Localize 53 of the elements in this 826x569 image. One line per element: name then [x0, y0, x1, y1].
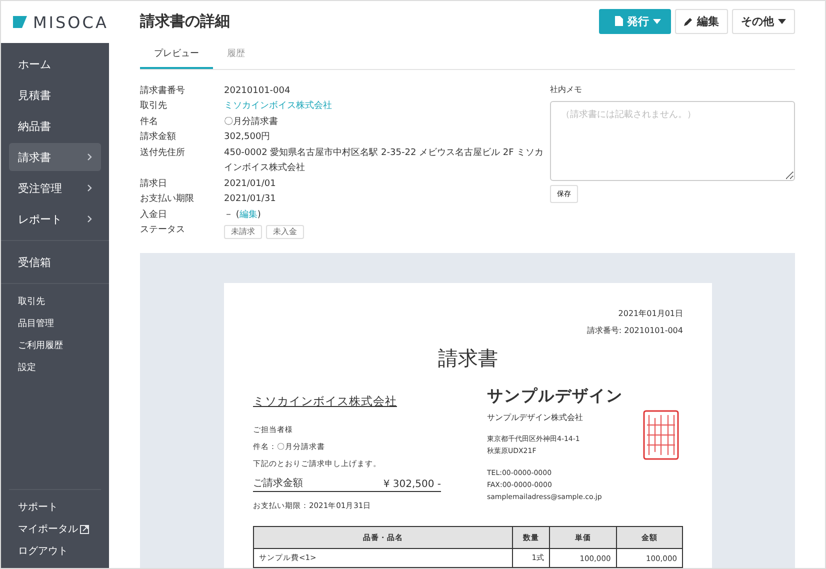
field-label: 請求書番号	[140, 84, 186, 98]
field-value: 2021/01/01	[224, 178, 277, 190]
nav-item[interactable]: レポート	[9, 205, 101, 233]
nav-item[interactable]: 請求書	[9, 143, 101, 171]
field-value: 〇月分請求書	[224, 116, 279, 128]
field-value: 302,500円	[224, 131, 272, 144]
nav-item[interactable]: 取引先	[9, 290, 101, 312]
nav-item[interactable]: ご利用履歴	[9, 334, 101, 356]
field-label: お支払い期限	[140, 192, 195, 206]
payment-date-value: － (編集)	[224, 210, 261, 220]
invoice-date: 2021年01月01日	[617, 308, 683, 320]
logo-icon	[13, 16, 27, 28]
nav-item[interactable]: サポート	[9, 496, 101, 518]
nav-item[interactable]: 受注管理	[9, 174, 101, 202]
more-button[interactable]: その他	[732, 8, 795, 34]
field-label: 入金日	[140, 208, 168, 222]
nav-item[interactable]: 品目管理	[9, 312, 101, 334]
field-label: 送付先住所	[140, 146, 186, 160]
invoice-title: 請求書	[437, 345, 499, 372]
pencil-icon	[684, 16, 693, 26]
status-badge: 未請求	[224, 225, 262, 239]
field-label: 件名	[140, 116, 159, 128]
edit-button[interactable]: 編集	[675, 8, 728, 34]
field-label: 請求日	[140, 178, 168, 190]
seal-stamp-icon	[643, 410, 679, 460]
status-badge: 未入金	[266, 225, 304, 239]
company-logo-text: サンプルデザイン	[487, 386, 624, 407]
caret-icon	[778, 18, 786, 24]
nav-item[interactable]: ホーム	[9, 50, 101, 78]
field-label: ステータス	[140, 224, 186, 237]
field-value: 450-0002 愛知県名古屋市中村区名駅 2-35-22 メビウス名古屋ビル 2F ミソカインボイス株式会社	[224, 146, 545, 175]
nav-item[interactable]: 設定	[9, 356, 101, 378]
memo-label: 社内メモ	[550, 84, 582, 94]
logo-text: MISOCA	[33, 12, 108, 32]
field-label: 請求金額	[140, 130, 177, 144]
field-label: 取引先	[140, 100, 168, 113]
nav-item[interactable]: 受信箱	[9, 248, 101, 276]
document-icon	[615, 16, 623, 26]
amount-value: ¥ 302,500 -	[383, 479, 441, 490]
field-value: 2021/01/31	[224, 193, 277, 206]
amount-label: ご請求金額	[253, 476, 303, 490]
nav-item[interactable]: マイポータル	[9, 518, 101, 540]
memo-field[interactable]: （請求書には記載されません。）	[550, 100, 795, 180]
company-name: サンプルデザイン株式会社	[487, 412, 584, 423]
nav-item[interactable]: ログアウト	[9, 540, 101, 562]
nav-item[interactable]: 納品書	[9, 112, 101, 140]
field-value: 20210101-004	[224, 84, 292, 98]
recipient-name: ミソカインボイス株式会社	[253, 394, 398, 409]
invoice-number: 請求番号: 20210101-004	[586, 325, 683, 337]
caret-icon	[653, 18, 661, 24]
nav-item[interactable]: 見積書	[9, 81, 101, 109]
tab[interactable]: プレビュー	[140, 42, 213, 68]
page-title: 請求書の詳細	[140, 12, 230, 31]
